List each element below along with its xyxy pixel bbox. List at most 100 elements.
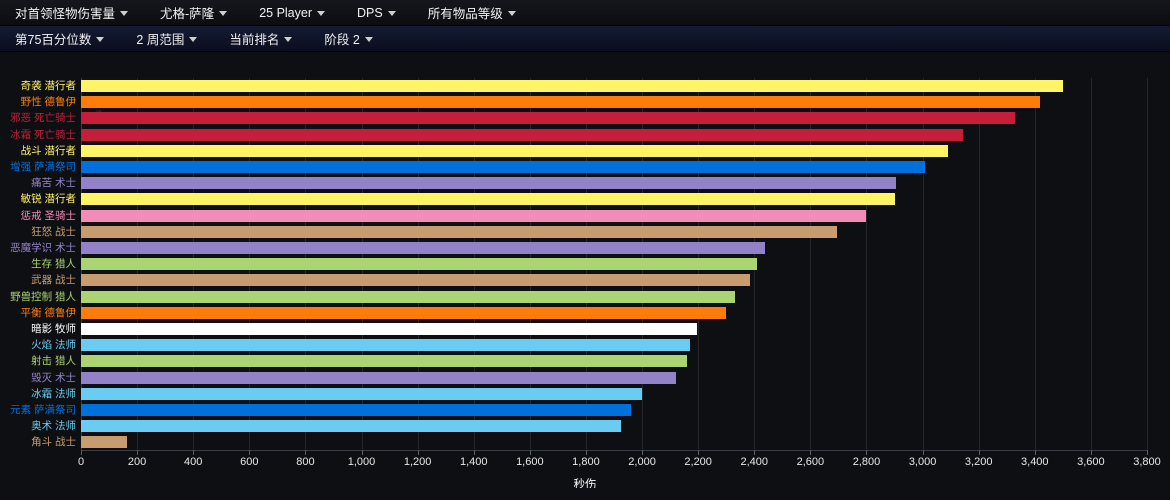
bar-category-label[interactable]: 武器 战士 (0, 272, 76, 289)
bar[interactable] (81, 404, 631, 416)
bar[interactable] (81, 387, 643, 400)
bar-category-label[interactable]: 恶魔学识 术士 (0, 240, 76, 257)
bar[interactable] (81, 209, 867, 222)
bar-category-label[interactable]: 野兽控制 猎人 (0, 289, 76, 306)
menu-phase[interactable]: 阶段 2 (315, 27, 381, 50)
chart-row[interactable]: 暗影 牧师 (0, 321, 1170, 338)
bar[interactable] (81, 258, 758, 271)
bar-category-label[interactable]: 战斗 潜行者 (0, 143, 76, 160)
menu-raid-size[interactable]: 25 Player (250, 4, 334, 22)
bar[interactable] (81, 339, 690, 352)
menu-time-range[interactable]: 2 周范围 (127, 27, 206, 50)
menu-raid-size-label: 25 Player (259, 5, 312, 20)
chevron-down-icon (120, 11, 129, 16)
chart-row[interactable]: 元素 萨满祭司 (0, 402, 1170, 419)
menu-ranking-type[interactable]: 当前排名 (220, 27, 301, 50)
bar[interactable] (81, 420, 621, 433)
bar-category-label[interactable]: 火焰 法师 (0, 337, 76, 354)
bar[interactable] (81, 274, 751, 287)
bar-category-label[interactable]: 暗影 牧师 (0, 321, 76, 338)
chart-row[interactable]: 邪恶 死亡骑士 (0, 110, 1170, 127)
bar[interactable] (81, 436, 128, 449)
bar-category-label[interactable]: 冰霜 死亡骑士 (0, 127, 76, 144)
bar[interactable] (81, 242, 766, 254)
bar[interactable] (81, 80, 1063, 92)
bottom-strip (0, 488, 1170, 500)
chart-row[interactable]: 奥术 法师 (0, 418, 1170, 435)
bar[interactable] (81, 323, 697, 335)
chart-row[interactable]: 战斗 潜行者 (0, 143, 1170, 160)
bar-category-label[interactable]: 野性 德鲁伊 (0, 94, 76, 111)
chart-row[interactable]: 野性 德鲁伊 (0, 94, 1170, 111)
bar[interactable] (81, 128, 964, 141)
chart-row[interactable]: 敏锐 潜行者 (0, 191, 1170, 208)
menu-item-level[interactable]: 所有物品等级 (419, 1, 525, 24)
menu-boss[interactable]: 尤格-萨隆 (151, 1, 236, 24)
chevron-down-icon (387, 11, 396, 16)
bar[interactable] (81, 355, 687, 368)
x-tick-label: 3,000 (908, 456, 937, 468)
chart-row[interactable]: 惩戒 圣骑士 (0, 208, 1170, 225)
chart-row[interactable]: 奇袭 潜行者 (0, 78, 1170, 95)
menu-percentile[interactable]: 第75百分位数 (6, 27, 113, 50)
bar[interactable] (81, 193, 895, 206)
chart-row[interactable]: 狂怒 战士 (0, 224, 1170, 241)
chart-row[interactable]: 冰霜 法师 (0, 386, 1170, 403)
bar-category-label[interactable]: 毁灭 术士 (0, 370, 76, 387)
menu-item-level-label: 所有物品等级 (427, 7, 503, 21)
chart-row[interactable]: 痛苦 术士 (0, 175, 1170, 192)
chart-row[interactable]: 毁灭 术士 (0, 370, 1170, 387)
chevron-down-icon (507, 11, 516, 16)
chart-row[interactable]: 增强 萨满祭司 (0, 159, 1170, 176)
filter-toolbar-primary: 对首领怪物伤害量 尤格-萨隆 25 Player DPS 所有物品等级 (0, 0, 1170, 26)
x-tick-label: 3,400 (1021, 456, 1049, 468)
menu-role-label: DPS (357, 5, 383, 20)
menu-damage-metric-label: 对首领怪物伤害量 (15, 7, 116, 21)
chevron-down-icon (317, 11, 325, 16)
bar-category-label[interactable]: 惩戒 圣骑士 (0, 208, 76, 225)
chevron-down-icon (96, 37, 105, 42)
bar-category-label[interactable]: 奥术 法师 (0, 418, 76, 435)
bar[interactable] (81, 225, 838, 238)
chevron-down-icon (219, 11, 228, 16)
chart-row[interactable]: 射击 猎人 (0, 353, 1170, 370)
bar-category-label[interactable]: 元素 萨满祭司 (0, 402, 76, 419)
bar-category-label[interactable]: 痛苦 术士 (0, 175, 76, 192)
bar[interactable] (81, 290, 735, 303)
bar[interactable] (81, 177, 896, 190)
bar[interactable] (81, 306, 727, 319)
x-tick-label: 600 (240, 456, 259, 468)
menu-phase-label: 阶段 2 (324, 33, 360, 47)
bar-category-label[interactable]: 射击 猎人 (0, 353, 76, 370)
chart-row[interactable]: 野兽控制 猎人 (0, 289, 1170, 306)
bar-category-label[interactable]: 敏锐 潜行者 (0, 191, 76, 208)
x-tick-label: 200 (127, 456, 147, 468)
x-tick-label: 2,200 (684, 456, 712, 468)
chart-row[interactable]: 冰霜 死亡骑士 (0, 127, 1170, 144)
x-tick-label: 1,200 (403, 456, 432, 468)
chart-row[interactable]: 平衡 德鲁伊 (0, 305, 1170, 322)
bar[interactable] (81, 161, 926, 173)
bar-category-label[interactable]: 奇袭 潜行者 (0, 78, 76, 95)
bar-category-label[interactable]: 邪恶 死亡骑士 (0, 110, 76, 127)
chart-row[interactable]: 火焰 法师 (0, 337, 1170, 354)
bar-category-label[interactable]: 角斗 战士 (0, 434, 76, 451)
chevron-down-icon (364, 37, 373, 42)
bar-category-label[interactable]: 生存 猎人 (0, 256, 76, 273)
bar-category-label[interactable]: 平衡 德鲁伊 (0, 305, 76, 322)
chart-row[interactable]: 角斗 战士 (0, 434, 1170, 451)
bar-category-label[interactable]: 增强 萨满祭司 (0, 159, 76, 176)
chart-row[interactable]: 武器 战士 (0, 272, 1170, 289)
chart-row[interactable]: 恶魔学识 术士 (0, 240, 1170, 257)
bar-category-label[interactable]: 冰霜 法师 (0, 386, 76, 403)
bar-category-label[interactable]: 狂怒 战士 (0, 224, 76, 241)
bar[interactable] (81, 371, 676, 384)
chevron-down-icon (189, 37, 198, 42)
chart-row[interactable]: 生存 猎人 (0, 256, 1170, 273)
menu-damage-metric[interactable]: 对首领怪物伤害量 (6, 1, 137, 24)
bar[interactable] (81, 112, 1016, 125)
x-tick-label: 2,800 (852, 456, 881, 468)
bar[interactable] (81, 96, 1041, 109)
menu-role[interactable]: DPS (348, 4, 405, 22)
bar[interactable] (81, 144, 948, 157)
